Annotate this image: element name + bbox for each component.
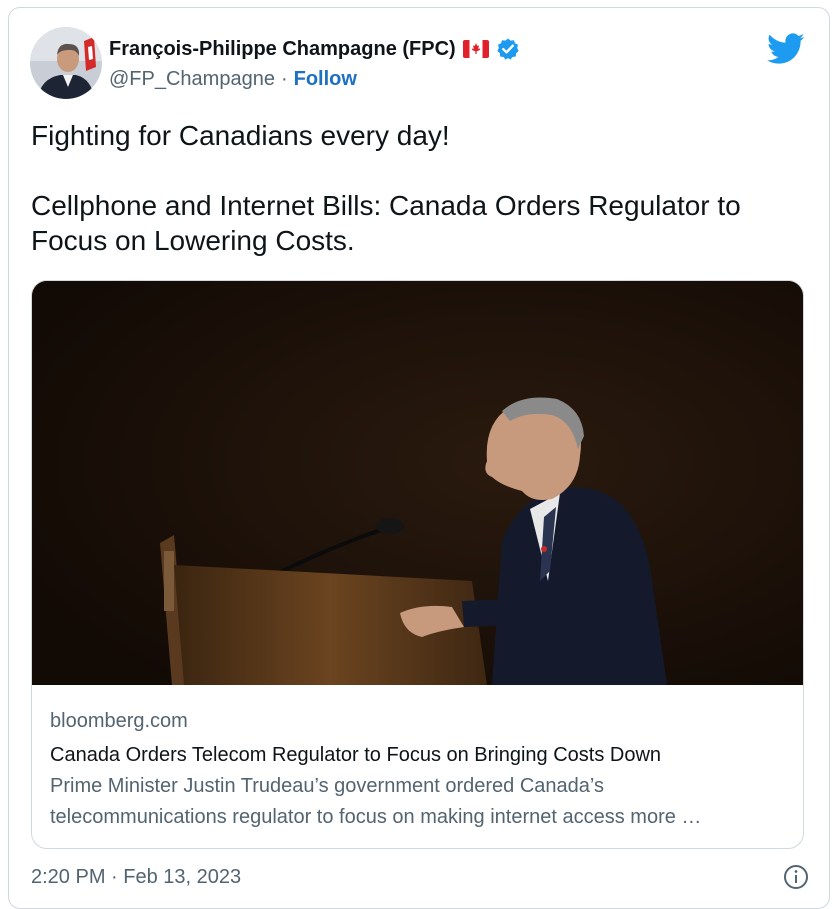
link-description-line-1: Prime Minister Justin Trudeau’s governme… [50, 775, 604, 797]
handle-row: @FP_Champagne · Follow [109, 68, 357, 91]
author-handle[interactable]: @FP_Champagne [109, 68, 275, 91]
tweet-text: Fighting for Canadians every day! Cellph… [31, 118, 801, 258]
link-description-line-2: telecommunications regulator to focus on… [50, 806, 702, 828]
avatar[interactable] [30, 27, 102, 99]
verified-badge-icon [496, 37, 520, 61]
tweet-embed-card: François-Philippe Champagne (FPC) @FP_Ch… [8, 7, 830, 909]
tweet-text-line-1: Fighting for Canadians every day! [31, 120, 450, 151]
link-preview-card[interactable]: bloomberg.com Canada Orders Telecom Regu… [31, 280, 804, 849]
link-domain: bloomberg.com [50, 710, 188, 732]
handle-separator: · [280, 68, 288, 90]
link-headline: Canada Orders Telecom Regulator to Focus… [50, 744, 662, 766]
canada-flag-icon [462, 40, 489, 58]
tweet-text-line-2: Cellphone and Internet Bills: Canada Ord… [31, 190, 741, 256]
article-photo [32, 281, 803, 685]
info-icon[interactable] [783, 864, 809, 890]
tweet-timestamp[interactable]: 2:20 PM · Feb 13, 2023 [31, 866, 241, 889]
author-name[interactable]: François-Philippe Champagne (FPC) [109, 38, 456, 61]
follow-button[interactable]: Follow [294, 68, 357, 91]
author-row: François-Philippe Champagne (FPC) [109, 37, 520, 61]
twitter-bird-icon[interactable] [767, 33, 805, 65]
link-meta: bloomberg.com Canada Orders Telecom Regu… [50, 708, 790, 833]
